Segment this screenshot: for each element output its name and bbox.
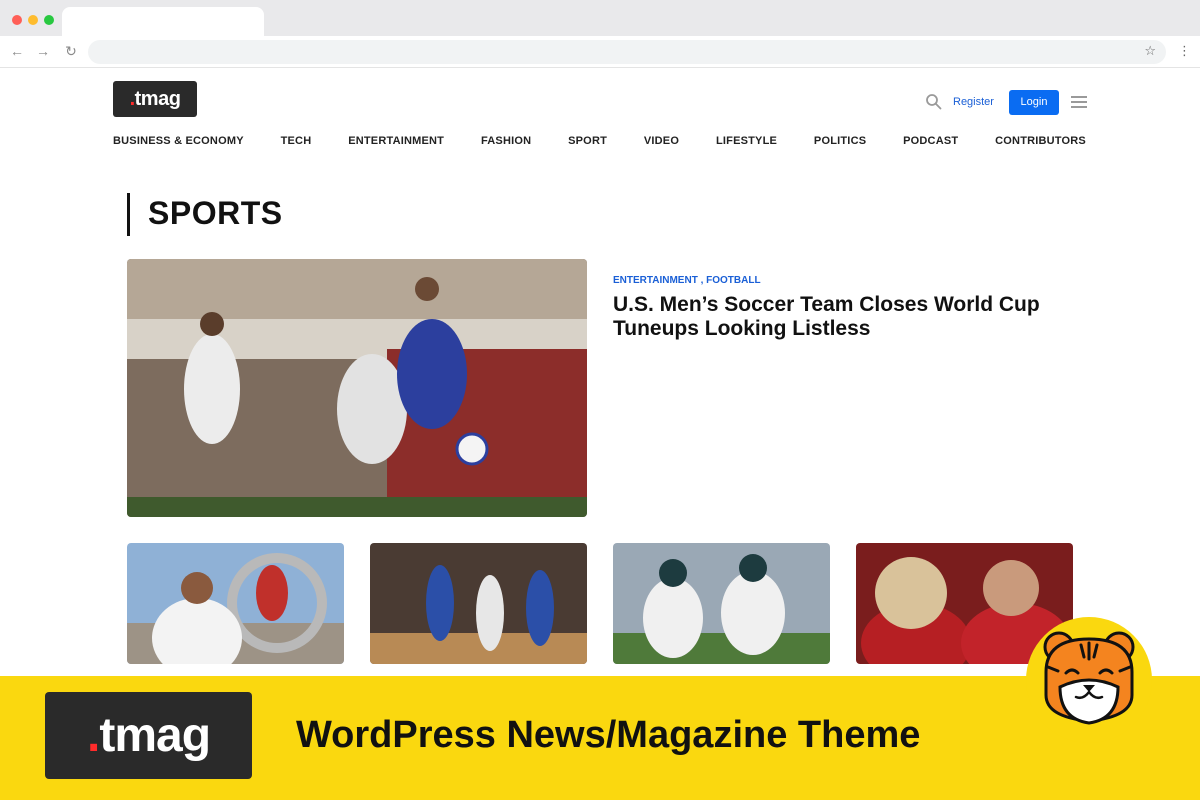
main-navigation: BUSINESS & ECONOMY TECH ENTERTAINMENT FA… [113, 135, 1086, 151]
browser-tab[interactable] [62, 7, 264, 37]
banner-tagline: WordPress News/Magazine Theme [296, 714, 921, 756]
register-link[interactable]: Register [953, 96, 994, 108]
section-title: SPORTS [148, 195, 283, 231]
hamburger-menu-icon[interactable] [1071, 96, 1087, 108]
nav-item-business-economy[interactable]: BUSINESS & ECONOMY [113, 135, 244, 151]
featured-article-image[interactable] [127, 259, 587, 517]
section-title-bar [127, 193, 130, 236]
address-bar[interactable]: ☆ [88, 40, 1166, 64]
nav-item-video[interactable]: VIDEO [644, 135, 679, 151]
reload-icon[interactable]: ↻ [62, 42, 80, 60]
back-arrow-icon[interactable]: ← [8, 42, 26, 60]
browser-tab-strip [0, 0, 1200, 37]
nav-item-tech[interactable]: TECH [281, 135, 312, 151]
nav-item-entertainment[interactable]: ENTERTAINMENT [348, 135, 444, 151]
mascot-badge [1026, 617, 1152, 743]
nav-item-podcast[interactable]: PODCAST [903, 135, 958, 151]
article-thumbnail[interactable] [613, 543, 830, 664]
window-minimize-icon[interactable] [28, 15, 38, 25]
window-close-icon[interactable] [12, 15, 22, 25]
browser-menu-icon[interactable]: ⋮ [1178, 42, 1191, 60]
banner-logo-dot: . [86, 709, 100, 762]
nav-item-sport[interactable]: SPORT [568, 135, 607, 151]
nav-item-contributors[interactable]: CONTRIBUTORS [995, 135, 1086, 151]
forward-arrow-icon[interactable]: → [34, 42, 52, 60]
site-logo[interactable]: .tmag [113, 81, 197, 117]
browser-toolbar: ← → ↻ ☆ ⋮ [0, 36, 1200, 68]
featured-article-title[interactable]: U.S. Men’s Soccer Team Closes World Cup … [613, 293, 1083, 341]
banner-logo-text: tmag [99, 709, 211, 762]
login-button[interactable]: Login [1009, 90, 1059, 115]
tiger-mascot-icon [1043, 631, 1135, 725]
banner-logo: .tmag [45, 692, 252, 779]
article-thumbnail[interactable] [370, 543, 587, 664]
nav-item-lifestyle[interactable]: LIFESTYLE [716, 135, 777, 151]
featured-article-categories[interactable]: ENTERTAINMENT , FOOTBALL [613, 275, 761, 286]
search-icon[interactable] [925, 93, 942, 110]
logo-text: tmag [134, 88, 181, 110]
nav-item-politics[interactable]: POLITICS [814, 135, 866, 151]
article-thumbnail[interactable] [127, 543, 344, 664]
bookmark-star-icon[interactable]: ☆ [1144, 43, 1156, 59]
window-maximize-icon[interactable] [44, 15, 54, 25]
nav-item-fashion[interactable]: FASHION [481, 135, 531, 151]
